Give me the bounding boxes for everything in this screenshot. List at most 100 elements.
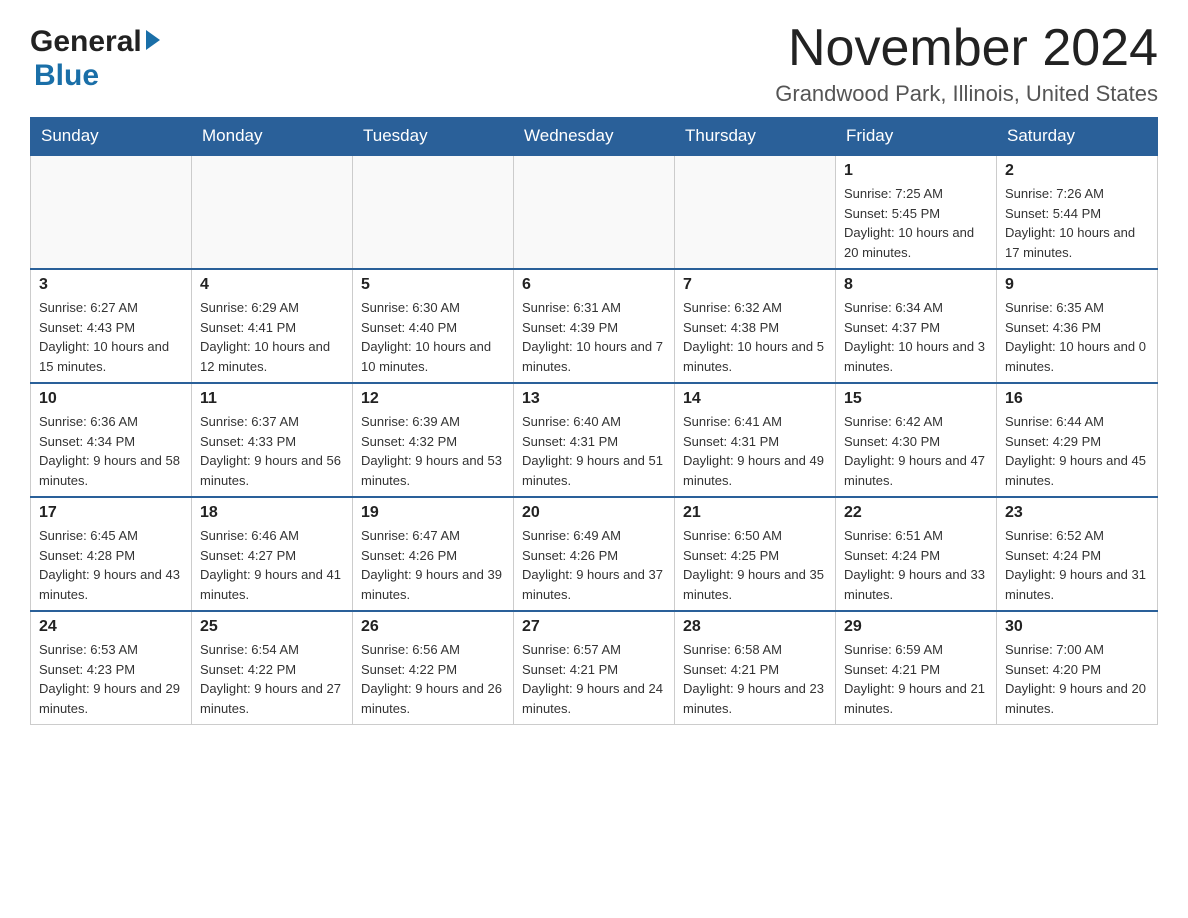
day-cell: 8 Sunrise: 6:34 AM Sunset: 4:37 PM Daylig…: [836, 269, 997, 383]
day-cell: 17 Sunrise: 6:45 AM Sunset: 4:28 PM Dayli…: [31, 497, 192, 611]
day-cell: 13Sunrise: 6:40 AM Sunset: 4:31 PM Dayli…: [514, 383, 675, 497]
day-number: 30: [1005, 618, 1149, 636]
day-number: 25: [200, 618, 344, 636]
day-number: 4: [200, 276, 344, 294]
day-info: Sunrise: 7:25 AM Sunset: 5:45 PM Dayligh…: [844, 184, 988, 262]
day-number: 6: [522, 276, 666, 294]
day-cell: 30 Sunrise: 7:00 AM Sunset: 4:20 PM Dayli…: [997, 611, 1158, 725]
day-info: Sunrise: 6:58 AM Sunset: 4:21 PM Dayligh…: [683, 640, 827, 718]
week-row-4: 17 Sunrise: 6:45 AM Sunset: 4:28 PM Dayli…: [31, 497, 1158, 611]
day-number: 1: [844, 162, 988, 180]
day-cell: 23Sunrise: 6:52 AM Sunset: 4:24 PM Dayli…: [997, 497, 1158, 611]
logo: General Blue: [30, 20, 160, 93]
day-cell: 3Sunrise: 6:27 AM Sunset: 4:43 PM Daylig…: [31, 269, 192, 383]
month-title: November 2024: [775, 20, 1158, 77]
day-number: 12: [361, 390, 505, 408]
day-number: 20: [522, 504, 666, 522]
logo-general-text: General: [30, 25, 142, 59]
day-number: 22: [844, 504, 988, 522]
day-cell: 19 Sunrise: 6:47 AM Sunset: 4:26 PM Dayli…: [353, 497, 514, 611]
day-cell: 24 Sunrise: 6:53 AM Sunset: 4:23 PM Dayli…: [31, 611, 192, 725]
day-number: 29: [844, 618, 988, 636]
day-info: Sunrise: 6:53 AM Sunset: 4:23 PM Dayligh…: [39, 640, 183, 718]
day-info: Sunrise: 7:26 AM Sunset: 5:44 PM Dayligh…: [1005, 184, 1149, 262]
day-number: 10: [39, 390, 183, 408]
week-row-3: 10 Sunrise: 6:36 AM Sunset: 4:34 PM Dayli…: [31, 383, 1158, 497]
day-cell: 25 Sunrise: 6:54 AM Sunset: 4:22 PM Dayli…: [192, 611, 353, 725]
calendar: SundayMondayTuesdayWednesdayThursdayFrid…: [30, 117, 1158, 725]
day-info: Sunrise: 6:54 AM Sunset: 4:22 PM Dayligh…: [200, 640, 344, 718]
day-number: 27: [522, 618, 666, 636]
week-row-1: 1 Sunrise: 7:25 AM Sunset: 5:45 PM Daylig…: [31, 155, 1158, 269]
day-cell: 7 Sunrise: 6:32 AM Sunset: 4:38 PM Daylig…: [675, 269, 836, 383]
weekday-header-tuesday: Tuesday: [353, 118, 514, 156]
day-number: 2: [1005, 162, 1149, 180]
day-info: Sunrise: 6:37 AM Sunset: 4:33 PM Dayligh…: [200, 412, 344, 490]
weekday-header-saturday: Saturday: [997, 118, 1158, 156]
day-cell: 15 Sunrise: 6:42 AM Sunset: 4:30 PM Dayli…: [836, 383, 997, 497]
weekday-header-thursday: Thursday: [675, 118, 836, 156]
day-number: 18: [200, 504, 344, 522]
day-info: Sunrise: 6:51 AM Sunset: 4:24 PM Dayligh…: [844, 526, 988, 604]
day-cell: 28 Sunrise: 6:58 AM Sunset: 4:21 PM Dayli…: [675, 611, 836, 725]
day-cell: [675, 155, 836, 269]
day-cell: 5Sunrise: 6:30 AM Sunset: 4:40 PM Daylig…: [353, 269, 514, 383]
day-info: Sunrise: 6:44 AM Sunset: 4:29 PM Dayligh…: [1005, 412, 1149, 490]
day-cell: 21 Sunrise: 6:50 AM Sunset: 4:25 PM Dayli…: [675, 497, 836, 611]
header: General Blue November 2024 Grandwood Par…: [30, 20, 1158, 107]
day-number: 15: [844, 390, 988, 408]
day-number: 24: [39, 618, 183, 636]
day-cell: [514, 155, 675, 269]
location-text: Grandwood Park, Illinois, United States: [775, 81, 1158, 107]
week-row-2: 3Sunrise: 6:27 AM Sunset: 4:43 PM Daylig…: [31, 269, 1158, 383]
day-cell: 20 Sunrise: 6:49 AM Sunset: 4:26 PM Dayli…: [514, 497, 675, 611]
weekday-header-row: SundayMondayTuesdayWednesdayThursdayFrid…: [31, 118, 1158, 156]
day-info: Sunrise: 6:42 AM Sunset: 4:30 PM Dayligh…: [844, 412, 988, 490]
day-number: 21: [683, 504, 827, 522]
day-number: 11: [200, 390, 344, 408]
day-number: 8: [844, 276, 988, 294]
day-cell: 16 Sunrise: 6:44 AM Sunset: 4:29 PM Dayli…: [997, 383, 1158, 497]
title-area: November 2024 Grandwood Park, Illinois, …: [775, 20, 1158, 107]
day-number: 23: [1005, 504, 1149, 522]
day-cell: 2 Sunrise: 7:26 AM Sunset: 5:44 PM Daylig…: [997, 155, 1158, 269]
day-number: 19: [361, 504, 505, 522]
day-cell: 27 Sunrise: 6:57 AM Sunset: 4:21 PM Dayli…: [514, 611, 675, 725]
day-info: Sunrise: 6:32 AM Sunset: 4:38 PM Dayligh…: [683, 298, 827, 376]
day-cell: 18Sunrise: 6:46 AM Sunset: 4:27 PM Dayli…: [192, 497, 353, 611]
day-info: Sunrise: 6:39 AM Sunset: 4:32 PM Dayligh…: [361, 412, 505, 490]
day-info: Sunrise: 6:49 AM Sunset: 4:26 PM Dayligh…: [522, 526, 666, 604]
day-number: 14: [683, 390, 827, 408]
weekday-header-sunday: Sunday: [31, 118, 192, 156]
day-number: 16: [1005, 390, 1149, 408]
day-cell: 6 Sunrise: 6:31 AM Sunset: 4:39 PM Daylig…: [514, 269, 675, 383]
day-info: Sunrise: 6:34 AM Sunset: 4:37 PM Dayligh…: [844, 298, 988, 376]
day-cell: [353, 155, 514, 269]
weekday-header-monday: Monday: [192, 118, 353, 156]
day-info: Sunrise: 7:00 AM Sunset: 4:20 PM Dayligh…: [1005, 640, 1149, 718]
day-cell: 9Sunrise: 6:35 AM Sunset: 4:36 PM Daylig…: [997, 269, 1158, 383]
day-number: 17: [39, 504, 183, 522]
day-cell: 12 Sunrise: 6:39 AM Sunset: 4:32 PM Dayli…: [353, 383, 514, 497]
day-info: Sunrise: 6:57 AM Sunset: 4:21 PM Dayligh…: [522, 640, 666, 718]
day-info: Sunrise: 6:36 AM Sunset: 4:34 PM Dayligh…: [39, 412, 183, 490]
logo-arrow-icon: [146, 30, 160, 50]
day-cell: 26Sunrise: 6:56 AM Sunset: 4:22 PM Dayli…: [353, 611, 514, 725]
day-cell: 11 Sunrise: 6:37 AM Sunset: 4:33 PM Dayli…: [192, 383, 353, 497]
day-number: 7: [683, 276, 827, 294]
day-info: Sunrise: 6:50 AM Sunset: 4:25 PM Dayligh…: [683, 526, 827, 604]
day-info: Sunrise: 6:31 AM Sunset: 4:39 PM Dayligh…: [522, 298, 666, 376]
day-cell: 1 Sunrise: 7:25 AM Sunset: 5:45 PM Daylig…: [836, 155, 997, 269]
day-number: 9: [1005, 276, 1149, 294]
day-number: 28: [683, 618, 827, 636]
day-info: Sunrise: 6:45 AM Sunset: 4:28 PM Dayligh…: [39, 526, 183, 604]
day-info: Sunrise: 6:41 AM Sunset: 4:31 PM Dayligh…: [683, 412, 827, 490]
day-cell: [192, 155, 353, 269]
day-number: 26: [361, 618, 505, 636]
day-cell: 14 Sunrise: 6:41 AM Sunset: 4:31 PM Dayli…: [675, 383, 836, 497]
day-cell: 4Sunrise: 6:29 AM Sunset: 4:41 PM Daylig…: [192, 269, 353, 383]
day-info: Sunrise: 6:47 AM Sunset: 4:26 PM Dayligh…: [361, 526, 505, 604]
logo-blue-text: Blue: [34, 59, 99, 93]
week-row-5: 24 Sunrise: 6:53 AM Sunset: 4:23 PM Dayli…: [31, 611, 1158, 725]
day-cell: 22 Sunrise: 6:51 AM Sunset: 4:24 PM Dayli…: [836, 497, 997, 611]
